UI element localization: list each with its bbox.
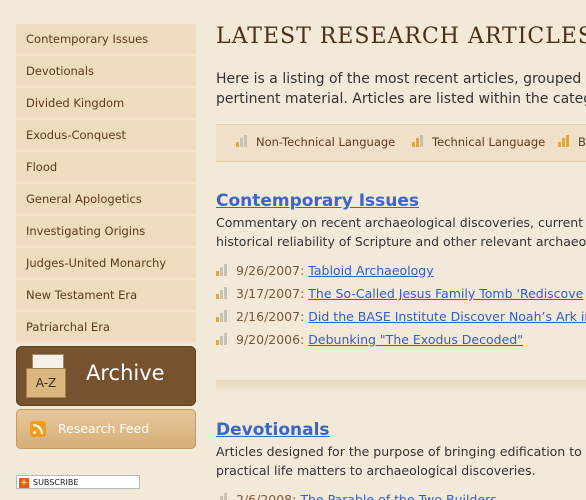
rss-icon bbox=[30, 421, 46, 437]
subscribe-label: SUBSCRIBE bbox=[33, 478, 79, 487]
list-item: 3/17/2007: The So-Called Jesus Family To… bbox=[216, 286, 586, 309]
article-list: 2/6/2008: The Parable of the Two Builder… bbox=[216, 492, 586, 500]
non-technical-level-icon bbox=[236, 135, 250, 147]
section-title-link[interactable]: Contemporary Issues bbox=[216, 190, 586, 212]
article-date: 3/17/2007: bbox=[236, 286, 305, 301]
sidebar-item-general-apologetics[interactable]: General Apologetics bbox=[16, 184, 196, 214]
plus-icon: + bbox=[19, 478, 29, 488]
legend-technical-label: Technical Language bbox=[432, 135, 546, 149]
section-desc-line-1: Articles designed for the purpose of bri… bbox=[216, 444, 586, 459]
non-technical-level-icon bbox=[216, 333, 230, 345]
non-technical-level-icon bbox=[216, 493, 230, 500]
article-date: 2/16/2007: bbox=[236, 309, 305, 324]
list-item: 2/16/2007: Did the BASE Institute Discov… bbox=[216, 309, 586, 332]
legend-non-technical-label: Non-Technical Language bbox=[256, 135, 396, 149]
non-technical-level-icon bbox=[216, 264, 230, 276]
article-date: 2/6/2008: bbox=[236, 492, 297, 500]
legend-technical: Technical Language bbox=[412, 135, 545, 149]
research-feed-label: Research Feed bbox=[58, 421, 150, 436]
article-link[interactable]: Tabloid Archaeology bbox=[308, 263, 433, 278]
third-level-icon bbox=[558, 135, 572, 147]
section-description: Commentary on recent archaeological disc… bbox=[216, 213, 586, 251]
technical-level-icon bbox=[412, 135, 426, 147]
section-desc-line-2: historical reliability of Scripture and … bbox=[216, 234, 586, 249]
archive-button[interactable]: A-Z Archive bbox=[16, 346, 196, 406]
main-content: LATEST RESEARCH ARTICLES BY CA Here is a… bbox=[216, 0, 586, 500]
article-link[interactable]: The Parable of the Two Builders bbox=[300, 492, 496, 500]
article-date: 9/26/2007: bbox=[236, 263, 305, 278]
section-title-link[interactable]: Devotionals bbox=[216, 419, 586, 441]
sidebar-item-judges-united-monarchy[interactable]: Judges-United Monarchy bbox=[16, 248, 196, 278]
subscribe-button[interactable]: + SUBSCRIBE bbox=[16, 475, 140, 489]
non-technical-level-icon bbox=[216, 310, 230, 322]
section-contemporary-issues: Contemporary Issues Commentary on recent… bbox=[216, 190, 586, 355]
archive-icon-text: A-Z bbox=[26, 368, 66, 398]
intro-line-2: pertinent material. Articles are listed … bbox=[216, 91, 586, 107]
sidebar-item-new-testament-era[interactable]: New Testament Era bbox=[16, 280, 196, 310]
sidebar-item-flood[interactable]: Flood bbox=[16, 152, 196, 182]
article-list: 9/26/2007: Tabloid Archaeology 3/17/2007… bbox=[216, 263, 586, 355]
legend-third: B bbox=[558, 135, 586, 149]
non-technical-level-icon bbox=[216, 287, 230, 299]
sidebar-item-contemporary-issues[interactable]: Contemporary Issues bbox=[16, 24, 196, 54]
list-item: 2/6/2008: The Parable of the Two Builder… bbox=[216, 492, 586, 500]
section-desc-line-2: practical life matters to archaeological… bbox=[216, 463, 536, 478]
legend-non-technical: Non-Technical Language bbox=[236, 135, 395, 149]
section-desc-line-1: Commentary on recent archaeological disc… bbox=[216, 215, 584, 230]
intro-text: Here is a listing of the most recent art… bbox=[216, 69, 586, 109]
sidebar-nav: Contemporary Issues Devotionals Divided … bbox=[16, 24, 196, 344]
research-feed-button[interactable]: Research Feed bbox=[16, 409, 196, 449]
list-item: 9/26/2007: Tabloid Archaeology bbox=[216, 263, 586, 286]
sidebar-item-divided-kingdom[interactable]: Divided Kingdom bbox=[16, 88, 196, 118]
article-link[interactable]: Did the BASE Institute Discover Noah’s A… bbox=[308, 309, 586, 324]
sidebar-item-patriarchal-era[interactable]: Patriarchal Era bbox=[16, 312, 196, 342]
section-divider bbox=[216, 380, 586, 394]
sidebar-item-exodus-conquest[interactable]: Exodus-Conquest bbox=[16, 120, 196, 150]
language-legend: Non-Technical Language Technical Languag… bbox=[216, 124, 586, 162]
page-title: LATEST RESEARCH ARTICLES BY CA bbox=[216, 24, 586, 49]
archive-box-icon: A-Z bbox=[26, 352, 68, 400]
section-devotionals: Devotionals Articles designed for the pu… bbox=[216, 419, 586, 500]
archive-label: Archive bbox=[86, 361, 165, 385]
sidebar-item-investigating-origins[interactable]: Investigating Origins bbox=[16, 216, 196, 246]
article-link[interactable]: Debunking "The Exodus Decoded" bbox=[308, 332, 523, 347]
list-item: 9/20/2006: Debunking "The Exodus Decoded… bbox=[216, 332, 586, 355]
sidebar-item-devotionals[interactable]: Devotionals bbox=[16, 56, 196, 86]
article-date: 9/20/2006: bbox=[236, 332, 305, 347]
section-description: Articles designed for the purpose of bri… bbox=[216, 442, 586, 480]
intro-line-1: Here is a listing of the most recent art… bbox=[216, 71, 582, 87]
article-link[interactable]: The So-Called Jesus Family Tomb 'Redisco… bbox=[308, 286, 583, 301]
legend-third-label: B bbox=[578, 135, 586, 149]
